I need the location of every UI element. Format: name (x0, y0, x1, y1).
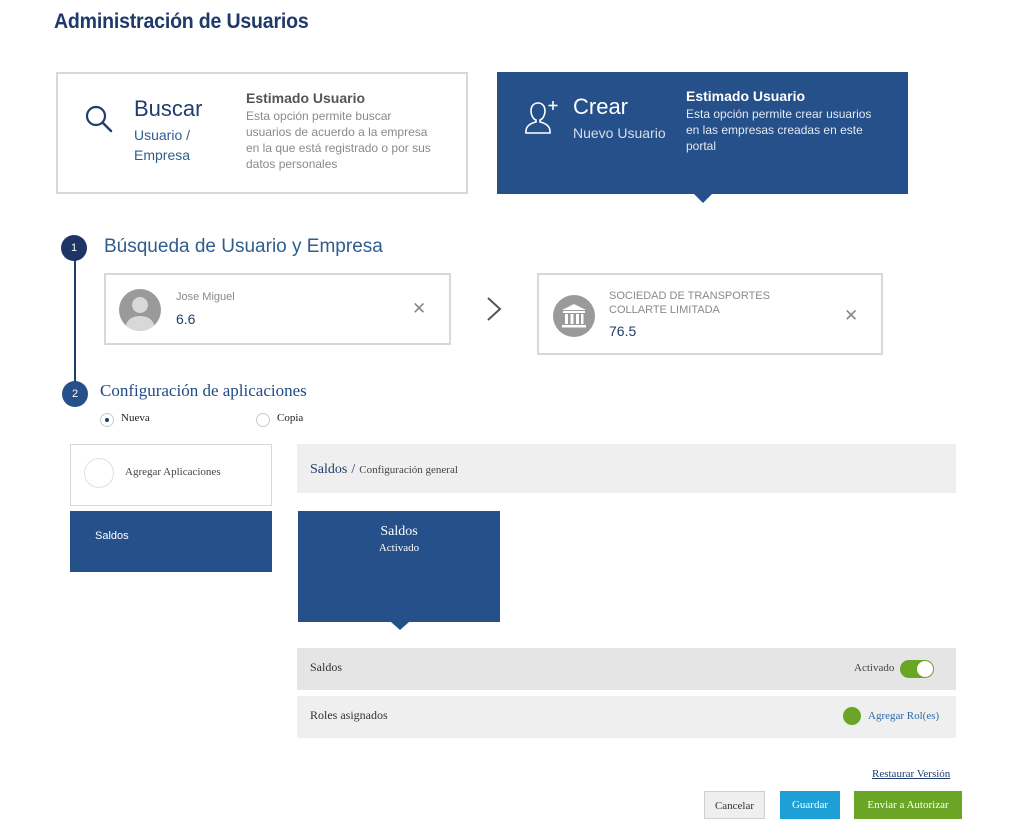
row-roles: Roles asignados Agregar Rol(es) (297, 696, 956, 738)
page-title: Administración de Usuarios (54, 10, 309, 33)
row-roles-label: Roles asignados (310, 708, 388, 722)
step-2-badge: 2 (62, 381, 88, 407)
row-saldos-status: Activado (854, 662, 895, 674)
user-name: Jose Miguel (176, 291, 235, 303)
app-list-item-label: Saldos (95, 530, 129, 542)
search-card-desc-line: datos personales (246, 157, 338, 171)
create-option-card[interactable]: Crear Nuevo Usuario Estimado Usuario Est… (497, 72, 908, 203)
create-card-title: Crear (573, 94, 629, 119)
add-applications-button[interactable]: Agregar Aplicaciones (70, 444, 272, 506)
add-role-link[interactable]: Agregar Rol(es) (868, 710, 939, 722)
user-id-value: 6.6 (176, 311, 196, 327)
selected-company-box: SOCIEDAD DE TRANSPORTES COLLARTE LIMITAD… (537, 273, 883, 355)
add-applications-label: Agregar Aplicaciones (125, 466, 221, 478)
toggle-knob (917, 661, 933, 677)
step-1-title: Búsqueda de Usuario y Empresa (104, 236, 383, 257)
search-card-desc-line: usuarios de acuerdo a la empresa (246, 125, 428, 139)
search-option-card[interactable]: Buscar Usuario / Empresa Estimado Usuari… (56, 72, 468, 194)
create-card-desc-heading: Estimado Usuario (686, 88, 806, 104)
company-id-value: 76.5 (609, 323, 637, 339)
submit-for-authorization-button[interactable]: Enviar a Autorizar (854, 791, 962, 819)
add-role-icon[interactable] (843, 707, 861, 725)
chevron-right-icon (487, 297, 502, 321)
save-button[interactable]: Guardar (780, 791, 840, 819)
remove-user-icon[interactable]: ✕ (412, 299, 426, 319)
create-card-desc-line: portal (686, 139, 717, 153)
row-saldos: Saldos Activado (297, 648, 956, 690)
search-card-subtitle-2: Empresa (134, 147, 191, 163)
app-card-status: Activado (378, 542, 420, 554)
radio-nueva-label: Nueva (121, 412, 150, 424)
company-name-line-2: COLLARTE LIMITADA (609, 304, 720, 316)
radio-copia-label: Copia (277, 412, 304, 424)
app-card-title: Saldos (380, 524, 418, 539)
search-card-title: Buscar (134, 96, 203, 121)
search-card-desc-heading: Estimado Usuario (246, 90, 366, 106)
app-list-item-saldos[interactable]: Saldos (70, 511, 272, 572)
step-1-badge: 1 (61, 235, 87, 261)
cancel-button[interactable]: Cancelar (704, 791, 765, 819)
create-card-desc-line: Esta opción permite crear usuarios (686, 107, 872, 121)
restore-version-link[interactable]: Restaurar Versión (872, 768, 950, 780)
breadcrumb: Saldos / Configuración general (310, 460, 458, 478)
radio-copia[interactable] (256, 413, 270, 427)
user-silhouette-icon (125, 297, 155, 331)
search-card-subtitle-1: Usuario / (134, 127, 191, 143)
breadcrumb-main[interactable]: Saldos (310, 462, 347, 477)
company-name-line-1: SOCIEDAD DE TRANSPORTES (609, 290, 770, 302)
user-avatar (119, 289, 161, 331)
stepper-line (74, 248, 76, 393)
app-card-saldos[interactable]: Saldos Activado (298, 511, 500, 622)
selected-user-box: Jose Miguel 6.6 ✕ (104, 273, 451, 345)
company-avatar (553, 295, 595, 337)
bank-icon (562, 304, 586, 328)
step-2-title: Configuración de aplicaciones (100, 381, 307, 400)
add-user-icon (525, 101, 558, 134)
config-breadcrumb-bar: Saldos / Configuración general (297, 444, 956, 493)
search-icon (85, 105, 113, 133)
search-card-desc-line: Esta opción permite buscar (246, 109, 392, 123)
add-circle-icon (84, 458, 114, 488)
activation-toggle[interactable] (900, 660, 934, 678)
row-saldos-label: Saldos (310, 660, 343, 674)
breadcrumb-sub: Configuración general (359, 464, 458, 476)
app-card-pointer (391, 622, 409, 630)
radio-nueva[interactable] (100, 413, 114, 427)
create-card-subtitle: Nuevo Usuario (573, 125, 666, 141)
remove-company-icon[interactable]: ✕ (844, 306, 858, 326)
breadcrumb-separator: / (351, 462, 356, 477)
search-card-desc-line: en la que está registrado o por sus (246, 141, 431, 155)
create-card-desc-line: en las empresas creadas en este (686, 123, 863, 137)
